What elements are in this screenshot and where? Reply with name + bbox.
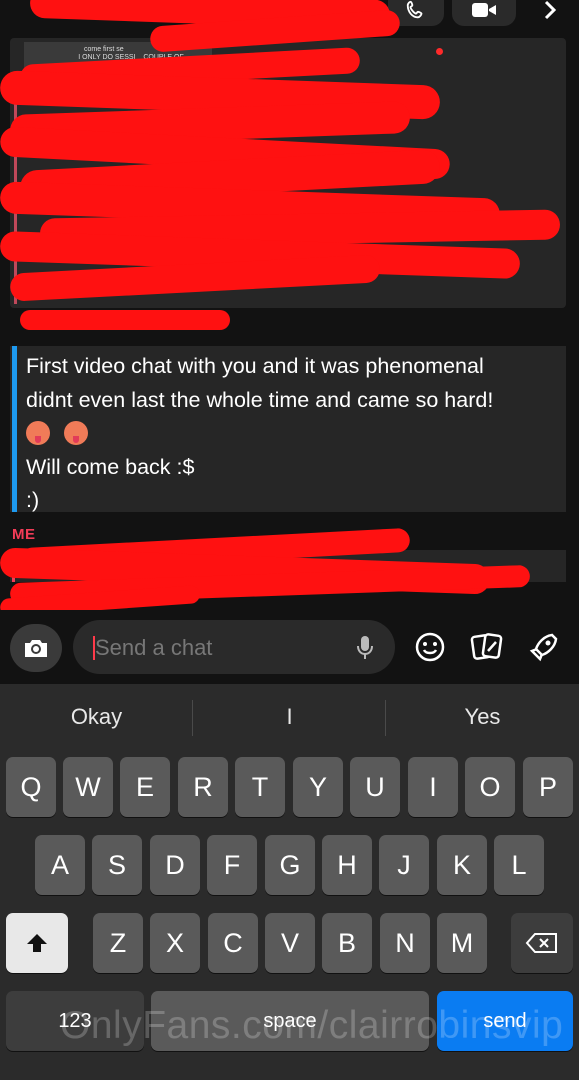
key-v[interactable]: V [265,913,315,973]
emoji-icon [26,421,50,445]
emoji-button[interactable] [412,629,448,665]
thumbnail-caption-1: come first se [84,46,124,53]
key-n[interactable]: N [380,913,430,973]
key-i[interactable]: I [408,757,458,817]
stickers-button[interactable] [469,629,505,665]
chevron-right-icon [544,0,557,20]
emoji-icon [64,421,88,445]
unread-dot [436,48,443,55]
me-label: ME [12,526,36,543]
key-c[interactable]: C [208,913,258,973]
suggestion-2[interactable]: I [193,704,386,730]
key-r[interactable]: R [178,757,228,817]
key-l[interactable]: L [494,835,544,895]
key-o[interactable]: O [465,757,515,817]
key-y[interactable]: Y [293,757,343,817]
key-j[interactable]: J [379,835,429,895]
camera-icon [25,640,47,657]
rocket-icon [529,633,558,662]
smiley-icon [415,632,445,662]
key-w[interactable]: W [63,757,113,817]
chat-input-bar: Send a chat [0,610,579,684]
watermark: OnlyFans.com/clairrobinsvip [60,1004,564,1047]
suggestion-3[interactable]: Yes [386,704,579,730]
key-d[interactable]: D [150,835,200,895]
chat-input-placeholder: Send a chat [95,635,213,660]
shift-icon [27,934,47,952]
key-g[interactable]: G [265,835,315,895]
key-z[interactable]: Z [93,913,143,973]
key-s[interactable]: S [92,835,142,895]
received-message[interactable]: First video chat with you and it was phe… [10,346,566,512]
shift-key[interactable] [6,913,68,973]
sender-bar [12,346,17,512]
video-call-button[interactable] [452,0,516,26]
key-m[interactable]: M [437,913,487,973]
chat-input[interactable]: Send a chat [73,620,395,674]
camera-button[interactable] [10,624,62,672]
key-p[interactable]: P [523,757,573,817]
suggestion-1[interactable]: Okay [0,704,193,730]
video-icon [472,3,496,17]
games-button[interactable] [526,629,562,665]
key-e[interactable]: E [120,757,170,817]
suggestion-bar: Okay I Yes [0,684,579,752]
key-t[interactable]: T [235,757,285,817]
header-more-button[interactable] [536,0,564,22]
key-k[interactable]: K [437,835,487,895]
key-q[interactable]: Q [6,757,56,817]
key-u[interactable]: U [350,757,400,817]
backspace-icon [525,933,557,953]
key-a[interactable]: A [35,835,85,895]
stickers-icon [470,633,503,660]
key-f[interactable]: F [207,835,257,895]
key-h[interactable]: H [322,835,372,895]
key-b[interactable]: B [322,913,372,973]
phone-icon [406,0,423,19]
key-x[interactable]: X [150,913,200,973]
backspace-key[interactable] [511,913,573,973]
microphone-icon[interactable] [355,634,375,662]
